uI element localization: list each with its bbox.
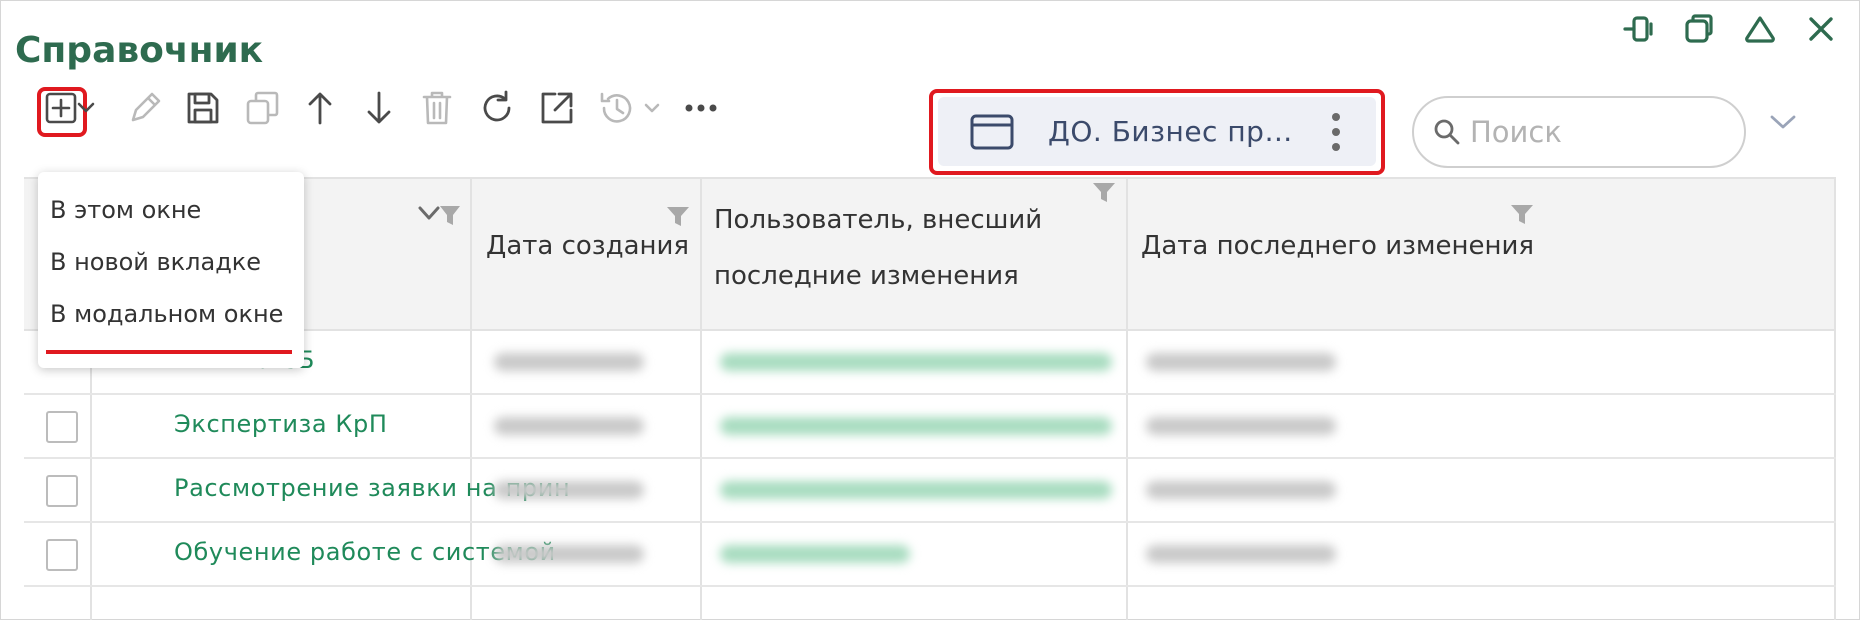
column-header-user-line1[interactable]: Пользователь, внесший — [714, 205, 1042, 235]
column-header-created[interactable]: Дата создания — [486, 231, 689, 261]
add-options-menu: В этом окне В новой вкладке В модальном … — [38, 172, 304, 368]
modified-date-value — [1146, 481, 1336, 499]
sort-filter-icon[interactable] — [418, 203, 462, 229]
window-controls — [1621, 12, 1838, 46]
move-down-button[interactable] — [356, 84, 402, 132]
table-row[interactable]: Экспертиза КрП — [24, 393, 1836, 459]
more-button[interactable] — [678, 84, 724, 132]
open-external-icon — [541, 92, 573, 124]
history-icon — [600, 92, 660, 123]
created-date-value — [494, 545, 644, 563]
delete-button[interactable] — [414, 84, 460, 132]
created-date-value — [494, 353, 644, 371]
more-icon — [685, 104, 717, 112]
row-checkbox[interactable] — [46, 475, 78, 507]
user-value — [720, 417, 1112, 435]
close-icon[interactable] — [1804, 12, 1838, 46]
arrow-down-icon — [367, 91, 391, 124]
row-checkbox[interactable] — [46, 539, 78, 571]
save-button[interactable] — [180, 84, 226, 132]
search-box[interactable] — [1412, 96, 1746, 168]
open-external-button[interactable] — [534, 84, 580, 132]
user-value — [720, 481, 1112, 499]
kebab-icon[interactable] — [1330, 111, 1342, 153]
restore-icon[interactable] — [1682, 12, 1716, 46]
filter-icon[interactable] — [666, 205, 690, 227]
menu-item-highlight-underline — [46, 350, 292, 354]
search-input[interactable] — [1468, 114, 1732, 150]
modified-date-value — [1146, 417, 1336, 435]
created-date-value — [494, 417, 644, 435]
menu-item-new-tab[interactable]: В новой вкладке — [50, 248, 261, 276]
arrow-up-icon — [308, 92, 332, 125]
add-options-button[interactable] — [72, 84, 100, 132]
table-row[interactable]: Рассмотрение заявки на прин — [24, 457, 1836, 523]
save-icon — [187, 92, 219, 124]
refresh-button[interactable] — [474, 84, 520, 132]
user-value — [720, 545, 910, 563]
edit-icon — [131, 92, 161, 122]
home-icon[interactable] — [1743, 12, 1777, 46]
move-up-button[interactable] — [297, 84, 343, 132]
history-button[interactable] — [594, 84, 670, 132]
filter-icon[interactable] — [1510, 203, 1534, 225]
modified-date-value — [1146, 545, 1336, 563]
copy-icon — [246, 91, 279, 125]
column-header-modified[interactable]: Дата последнего изменения — [1141, 231, 1534, 261]
menu-item-modal-window[interactable]: В модальном окне — [50, 300, 283, 328]
delete-icon — [422, 91, 452, 125]
modified-date-value — [1146, 353, 1336, 371]
search-icon — [1434, 119, 1460, 145]
doc-selector-label: ДО. Бизнес пр… — [1048, 115, 1293, 148]
refresh-icon — [483, 90, 511, 122]
row-checkbox[interactable] — [46, 411, 78, 443]
row-name-link[interactable]: Экспертиза КрП — [174, 410, 388, 438]
edit-button[interactable] — [122, 84, 168, 132]
menu-item-this-window[interactable]: В этом окне — [50, 196, 201, 224]
doc-selector[interactable]: ДО. Бизнес пр… — [938, 97, 1376, 166]
created-date-value — [494, 481, 644, 499]
page-title: Справочник — [15, 30, 264, 71]
filter-icon[interactable] — [1092, 181, 1116, 203]
table-row[interactable]: Обучение работе с системой — [24, 521, 1836, 587]
copy-button[interactable] — [240, 84, 286, 132]
column-header-user-line2[interactable]: последние изменения — [714, 261, 1019, 291]
chevron-down-icon — [77, 102, 95, 113]
pin-icon[interactable] — [1621, 12, 1655, 46]
window-icon — [970, 114, 1014, 149]
user-value — [720, 353, 1112, 371]
chevron-down-icon[interactable] — [1768, 112, 1798, 132]
